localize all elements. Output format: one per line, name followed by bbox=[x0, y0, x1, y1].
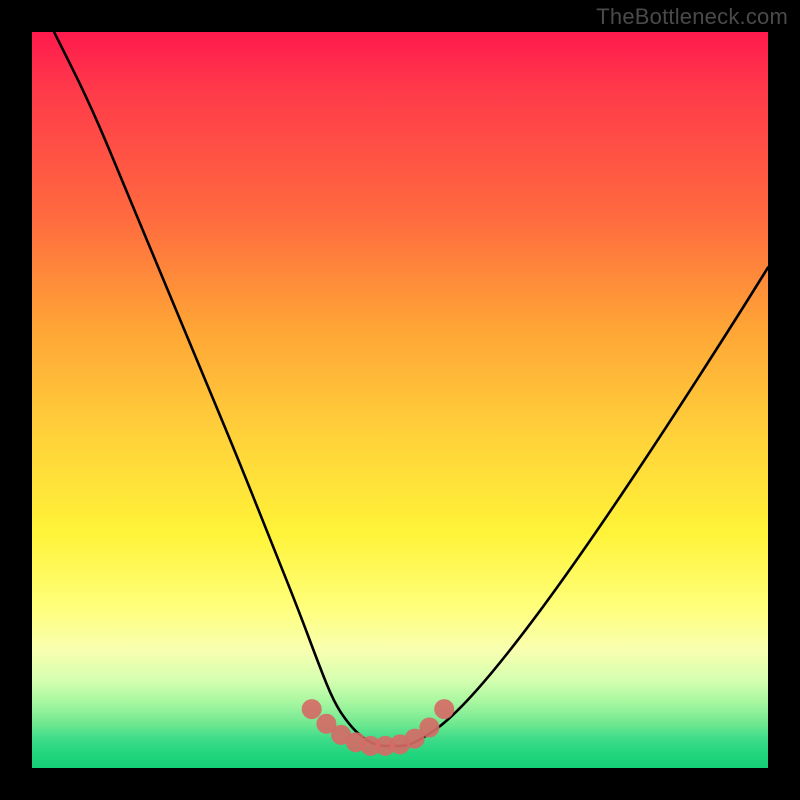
highlight-marker-group bbox=[302, 699, 455, 756]
bottleneck-curve-path bbox=[54, 32, 768, 746]
highlight-marker bbox=[434, 699, 454, 719]
watermark-text: TheBottleneck.com bbox=[596, 4, 788, 30]
curve-layer bbox=[32, 32, 768, 768]
chart-frame: TheBottleneck.com bbox=[0, 0, 800, 800]
highlight-marker bbox=[302, 699, 322, 719]
plot-area bbox=[32, 32, 768, 768]
highlight-marker bbox=[419, 718, 439, 738]
